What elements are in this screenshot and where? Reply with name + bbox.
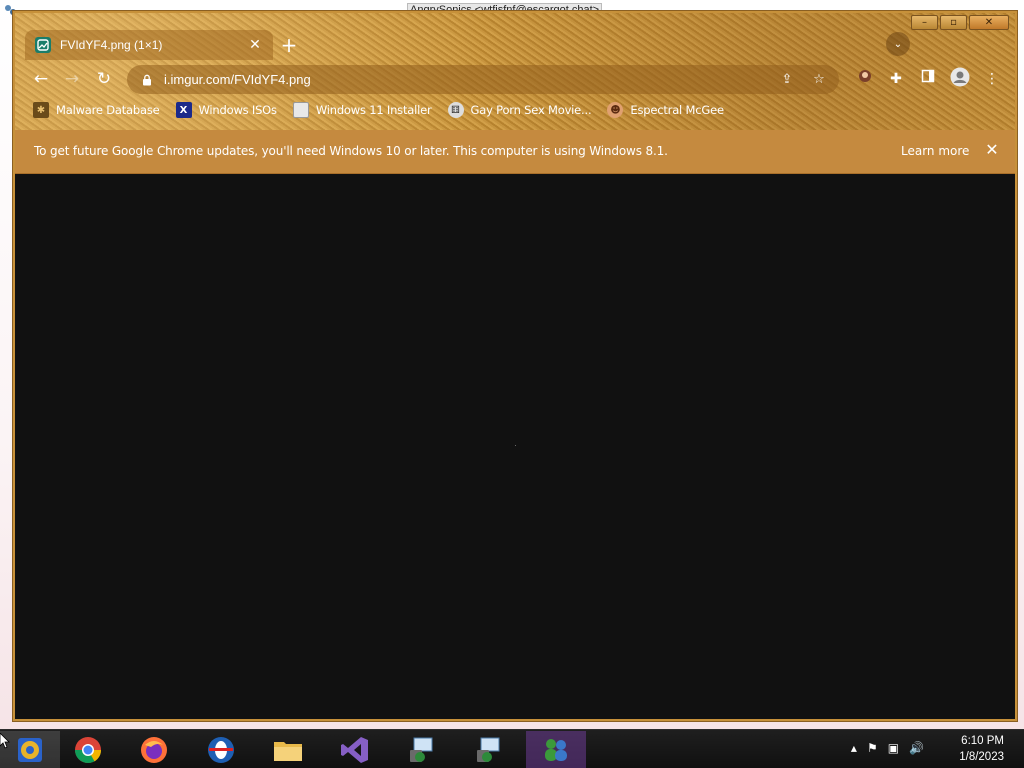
side-panel-icon[interactable] (916, 67, 940, 91)
installer-favicon-icon (292, 102, 309, 118)
bookmarks-bar: ✱ Malware Database X Windows ISOs Window… (33, 98, 740, 122)
window-frame: – ▫ ✕ FVIdYF4.png (1×1) ✕ + ⌄ ← → ↻ i.im… (15, 13, 1015, 130)
window-controls: – ▫ ✕ (911, 15, 1009, 30)
new-tab-button[interactable]: + (278, 34, 300, 56)
taskbar-messenger[interactable] (526, 731, 586, 768)
chrome-icon (18, 737, 42, 762)
remote-desktop-icon (410, 737, 433, 762)
profile-extension-icon[interactable] (853, 67, 877, 91)
taskbar-visual-studio[interactable] (325, 731, 385, 768)
close-window-button[interactable]: ✕ (969, 15, 1009, 30)
taskbar-google-chrome[interactable] (58, 731, 118, 768)
image-pixel (515, 445, 516, 446)
dice-favicon-icon: ⚅ (447, 102, 464, 118)
minimize-button[interactable]: – (911, 15, 938, 30)
action-center-flag-icon[interactable]: ⚑ (867, 741, 878, 755)
update-infobar: To get future Google Chrome updates, you… (15, 130, 1015, 174)
system-tray: ▴ ⚑ ▣ 🔊 (851, 741, 924, 755)
share-icon[interactable]: ⇪ (775, 68, 799, 92)
learn-more-link[interactable]: Learn more (901, 144, 969, 158)
bookmark-label: Espectral McGee (630, 103, 724, 117)
character-favicon-icon: ☻ (607, 102, 624, 118)
bookmark-espectral-mcgee[interactable]: ☻ Espectral McGee (607, 102, 724, 118)
visual-studio-icon (341, 736, 368, 763)
folder-icon (274, 741, 302, 761)
bookmark-label: Windows 11 Installer (315, 103, 432, 117)
url-text: i.imgur.com/FVIdYF4.png (164, 72, 311, 87)
malware-favicon-icon: ✱ (33, 102, 49, 118)
messenger-buddies-icon (545, 738, 567, 761)
bookmark-label: Windows ISOs (198, 103, 278, 117)
bookmark-label: Gay Porn Sex Movie... (470, 103, 592, 117)
infobar-close-icon[interactable]: ✕ (982, 140, 1002, 159)
show-hidden-icons-icon[interactable]: ▴ (851, 741, 857, 755)
back-button[interactable]: ← (29, 67, 53, 91)
imgur-favicon-icon (35, 37, 51, 53)
taskbar: ▴ ⚑ ▣ 🔊 6:10 PM 1/8/2023 (0, 729, 1024, 768)
volume-icon[interactable]: 🔊 (909, 741, 924, 755)
bookmark-malware-database[interactable]: ✱ Malware Database (33, 102, 160, 118)
forward-button[interactable]: → (60, 67, 84, 91)
taskbar-remote-desktop-2[interactable] (459, 731, 519, 768)
opera-icon (208, 736, 234, 763)
tab-close-icon[interactable]: ✕ (247, 37, 263, 53)
toolbar: ← → ↻ i.imgur.com/FVIdYF4.png ⇪ ☆ ✚ ⋮ (15, 63, 1015, 95)
tab-search-button[interactable]: ⌄ (886, 32, 910, 56)
lock-icon (143, 74, 151, 85)
clock[interactable]: 6:10 PM 1/8/2023 (959, 733, 1004, 765)
tab-title: FVIdYF4.png (1×1) (60, 38, 163, 52)
page-content (15, 174, 1015, 719)
infobar-message: To get future Google Chrome updates, you… (34, 144, 668, 158)
taskbar-remote-desktop-1[interactable] (392, 731, 452, 768)
browser-window: – ▫ ✕ FVIdYF4.png (1×1) ✕ + ⌄ ← → ↻ i.im… (13, 11, 1017, 721)
account-avatar-icon[interactable] (948, 67, 972, 91)
clock-time: 6:10 PM (961, 735, 1004, 747)
tab-active[interactable]: FVIdYF4.png (1×1) ✕ (25, 30, 273, 60)
taskbar-file-explorer[interactable] (258, 731, 318, 768)
address-bar[interactable]: i.imgur.com/FVIdYF4.png ⇪ ☆ (127, 65, 839, 94)
taskbar-firefox[interactable] (124, 731, 184, 768)
maximize-button[interactable]: ▫ (940, 15, 967, 30)
bookmark-star-icon[interactable]: ☆ (807, 68, 831, 92)
menu-kebab-icon[interactable]: ⋮ (980, 67, 1004, 91)
extensions-puzzle-icon[interactable]: ✚ (884, 67, 908, 91)
bookmark-label: Malware Database (56, 103, 160, 117)
remote-desktop-icon (477, 737, 500, 762)
clock-date: 1/8/2023 (959, 751, 1004, 763)
reload-button[interactable]: ↻ (92, 67, 116, 91)
firefox-icon (141, 736, 167, 763)
taskbar-opera[interactable] (191, 731, 251, 768)
chrome-icon (74, 736, 102, 763)
bookmark-windows-11-installer[interactable]: Windows 11 Installer (292, 102, 432, 118)
bookmark-windows-isos[interactable]: X Windows ISOs (175, 102, 278, 118)
x-favicon-icon: X (175, 102, 192, 118)
mouse-cursor-icon (0, 733, 10, 749)
bookmark-gay-porn-sex-movie[interactable]: ⚅ Gay Porn Sex Movie... (447, 102, 592, 118)
network-icon[interactable]: ▣ (888, 741, 899, 755)
